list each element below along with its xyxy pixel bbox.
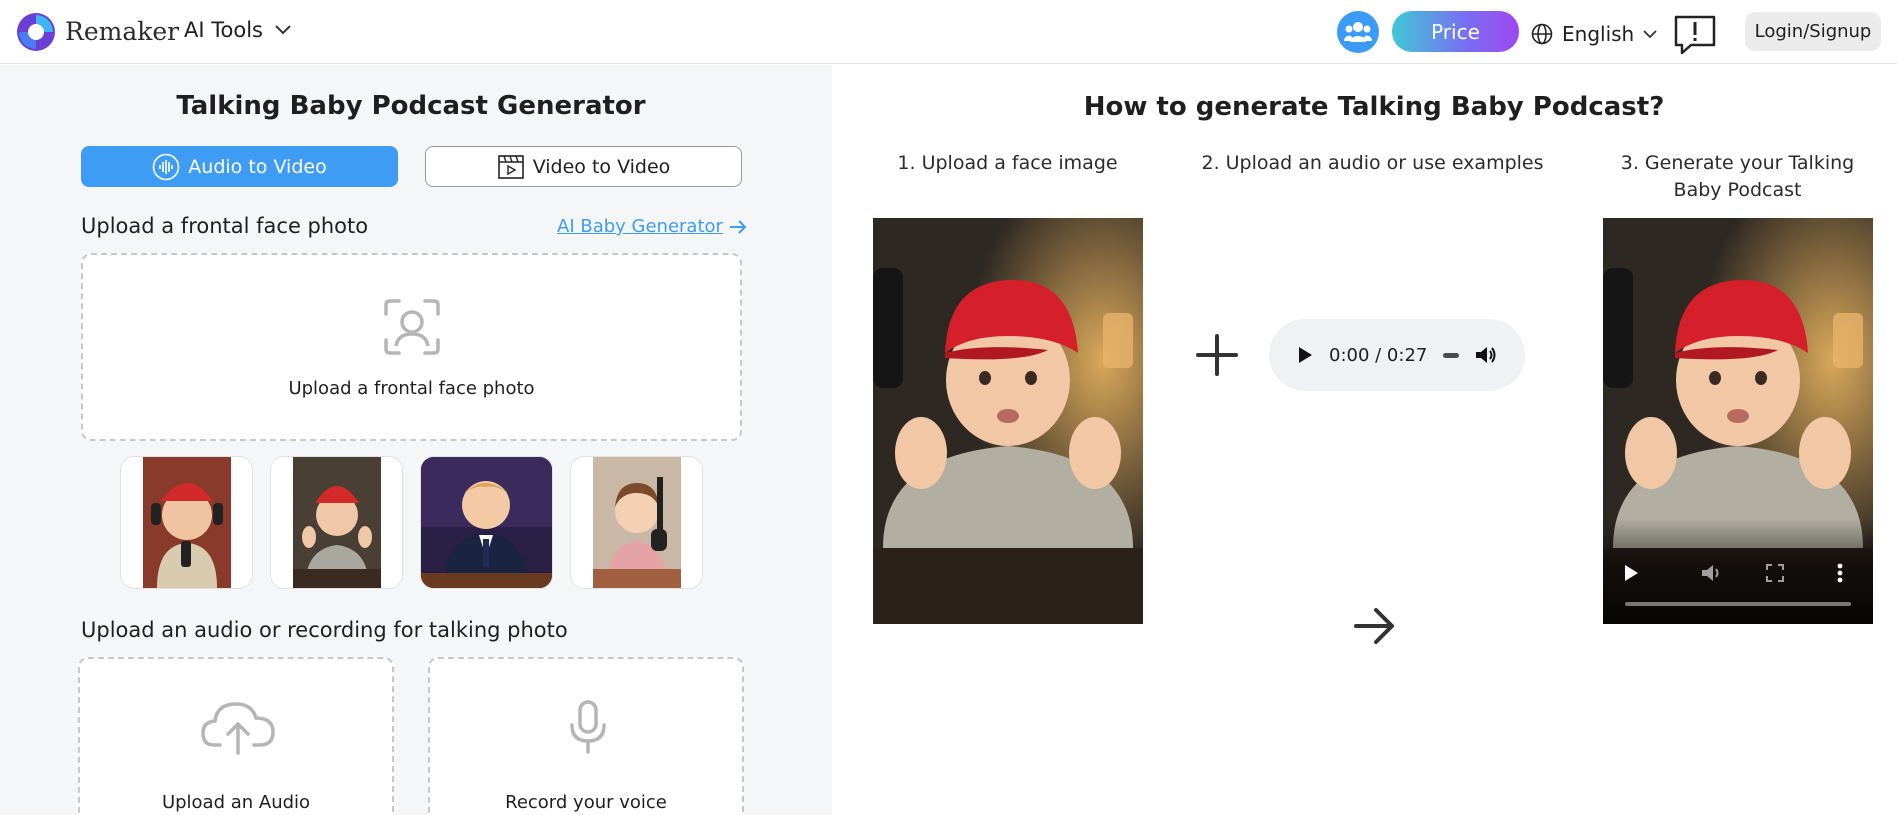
example-audio-player[interactable]: 0:00 / 0:27 (1269, 319, 1525, 391)
baby-photo (873, 218, 1143, 624)
chevron-down-icon (275, 25, 291, 35)
globe-icon (1531, 23, 1553, 45)
top-navbar: Remaker AI Tools Price English Login/Sig… (0, 0, 1897, 64)
sample-face-1[interactable] (120, 456, 253, 589)
record-voice-dropzone[interactable]: Record your voice (428, 657, 744, 815)
result-video[interactable] (1603, 218, 1873, 624)
sample-face-2[interactable] (270, 456, 403, 589)
ai-tools-label: AI Tools (184, 18, 263, 42)
sample-face-3[interactable] (420, 456, 553, 589)
step-3-label: 3. Generate your Talking Baby Podcast (1620, 152, 1855, 201)
sample-face-1-image (142, 457, 231, 588)
step-2-label: 2. Upload an audio or use examples (1201, 152, 1544, 174)
waveform-icon (152, 153, 180, 180)
brand-name[interactable]: Remaker (65, 17, 179, 46)
face-scan-icon (384, 299, 440, 355)
sample-face-3-image (421, 457, 552, 588)
video-controls (1603, 518, 1873, 624)
community-icon (1344, 22, 1372, 42)
arrow-right-icon (729, 219, 747, 234)
upload-audio-label: Upload an Audio (161, 792, 311, 813)
audio-upload-label: Upload an audio or recording for talking… (81, 618, 568, 642)
language-label: English (1562, 22, 1635, 46)
arrow-right-icon (1354, 608, 1394, 644)
feedback-icon[interactable] (1673, 14, 1717, 56)
sample-face-2-image (292, 457, 381, 588)
chevron-down-icon (1643, 29, 1657, 38)
remaker-logo-icon[interactable] (16, 12, 56, 52)
login-signup-button[interactable]: Login/Signup (1745, 12, 1881, 51)
sample-faces (120, 456, 703, 589)
generator-title: Talking Baby Podcast Generator (176, 91, 646, 121)
price-button[interactable]: Price (1392, 11, 1519, 52)
play-icon[interactable] (1297, 346, 1313, 364)
plus-icon (1196, 334, 1238, 376)
cloud-upload-icon (201, 702, 275, 755)
video-progress-track[interactable] (1625, 602, 1851, 606)
how-to-title: How to generate Talking Baby Podcast? (1083, 92, 1665, 122)
face-photo-dropzone[interactable]: Upload a frontal face photo (81, 253, 742, 441)
face-dropzone-label: Upload a frontal face photo (288, 378, 535, 399)
microphone-icon (570, 700, 606, 754)
face-upload-label: Upload a frontal face photo (81, 214, 369, 238)
audio-time: 0:00 / 0:27 (1329, 344, 1428, 366)
sample-face-4-image (592, 457, 681, 588)
ai-tools-menu[interactable]: AI Tools (184, 18, 291, 42)
sample-face-4[interactable] (570, 456, 703, 589)
language-selector[interactable]: English (1531, 22, 1657, 46)
tab-audio-label: Audio to Video (188, 155, 327, 178)
tab-audio-to-video[interactable]: Audio to Video (81, 146, 398, 187)
tab-video-label: Video to Video (532, 155, 671, 178)
example-face-image (873, 218, 1143, 624)
volume-icon[interactable] (1475, 345, 1497, 365)
tab-video-to-video[interactable]: Video to Video (425, 146, 742, 187)
generator-panel: Talking Baby Podcast Generator Audio to … (0, 65, 832, 815)
audio-upload-dropzone[interactable]: Upload an Audio (78, 657, 394, 815)
film-icon (497, 154, 524, 179)
audio-progress-track[interactable] (1443, 352, 1460, 358)
play-icon[interactable] (1623, 564, 1639, 582)
more-icon[interactable] (1837, 563, 1843, 583)
fullscreen-icon[interactable] (1766, 564, 1784, 582)
ai-baby-generator-label: AI Baby Generator (557, 216, 723, 237)
community-button[interactable] (1337, 11, 1379, 53)
step-1-label: 1. Upload a face image (897, 152, 1118, 174)
volume-icon[interactable] (1701, 563, 1723, 583)
record-voice-label: Record your voice (505, 792, 667, 813)
ai-baby-generator-link[interactable]: AI Baby Generator (557, 216, 747, 237)
